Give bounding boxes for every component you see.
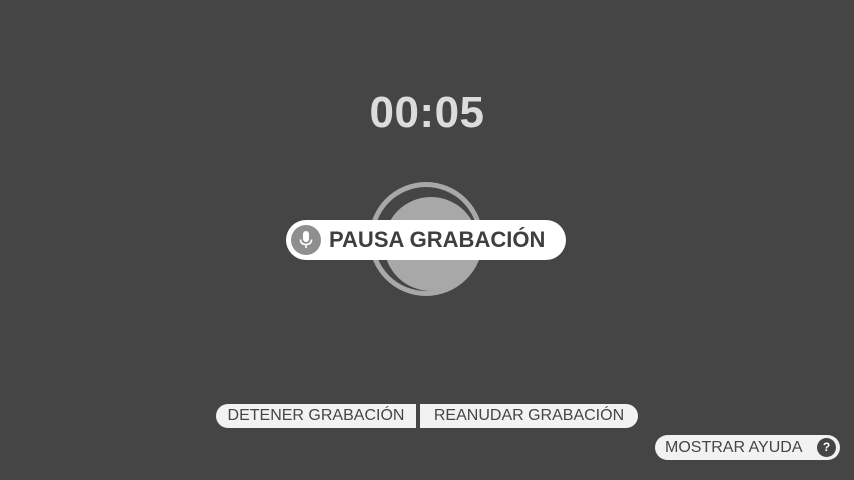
help-icon: ? (817, 438, 836, 457)
show-help-button[interactable]: MOSTRAR AYUDA ? (655, 435, 840, 460)
recording-status-label: PAUSA GRABACIÓN (329, 227, 546, 252)
microphone-icon (291, 225, 321, 255)
show-help-label: MOSTRAR AYUDA (665, 439, 803, 456)
stop-recording-button[interactable]: DETENER GRABACIÓN (216, 404, 416, 428)
recording-timer: 00:05 (369, 88, 485, 137)
resume-recording-button[interactable]: REANUDAR GRABACIÓN (420, 404, 638, 428)
recording-controls: DETENER GRABACIÓN REANUDAR GRABACIÓN (216, 404, 638, 428)
recording-status-pill: PAUSA GRABACIÓN (286, 220, 566, 260)
